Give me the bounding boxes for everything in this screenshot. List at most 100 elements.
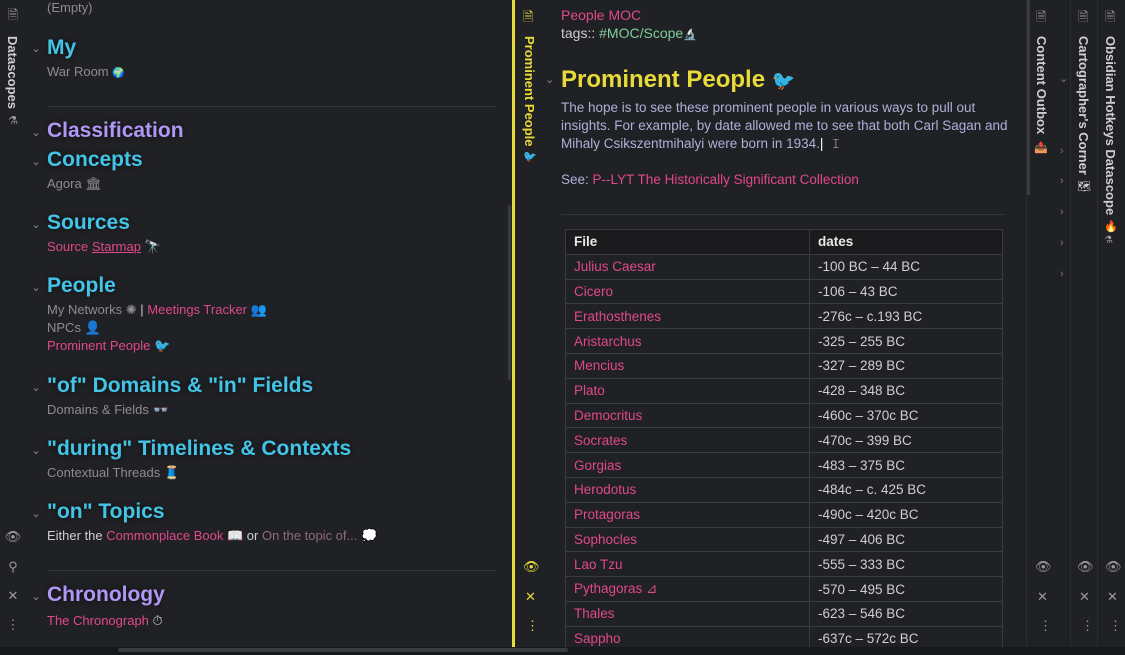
more-options-icon[interactable]: ⋮ bbox=[526, 618, 539, 634]
cartographers-corner-title[interactable]: Cartographer's Corner bbox=[1076, 36, 1091, 175]
file-link[interactable]: Plato bbox=[565, 377, 810, 404]
document-icon[interactable]: 🗎 bbox=[1036, 8, 1046, 30]
strip-title[interactable]: Datascopes bbox=[5, 36, 20, 109]
date-cell: -327 – 289 BC bbox=[809, 352, 1003, 379]
dataview-table: File dates Julius Caesar -100 BC – 44 BC C… bbox=[565, 229, 1003, 652]
people-moc-link[interactable]: People MOC bbox=[561, 7, 641, 23]
tag-link[interactable]: #MOC/Scope bbox=[599, 25, 683, 41]
more-options-icon[interactable]: ⋮ bbox=[1109, 618, 1122, 634]
file-link[interactable]: Socrates bbox=[565, 427, 810, 454]
document-icon[interactable]: 🗎 bbox=[1078, 8, 1088, 30]
more-options-icon[interactable]: ⋮ bbox=[0, 618, 26, 632]
chevron-down-icon[interactable]: ⌄ bbox=[30, 381, 42, 394]
more-options-icon[interactable]: ⋮ bbox=[1081, 618, 1094, 634]
close-icon[interactable]: ✕ bbox=[0, 589, 26, 603]
chevron-right-icon[interactable]: › bbox=[1060, 145, 1064, 157]
chevron-down-icon[interactable]: ⌄ bbox=[1059, 72, 1068, 85]
war-room-label: War Room bbox=[47, 64, 109, 79]
temple-icon: 🏛 bbox=[85, 176, 102, 191]
horizontal-scrollbar[interactable] bbox=[118, 648, 568, 652]
strip-title[interactable]: Prominent People bbox=[522, 36, 537, 147]
my-networks-link[interactable]: My Networks bbox=[47, 302, 122, 317]
chronograph-link[interactable]: The Chronograph ⏱ bbox=[47, 613, 163, 629]
chevron-down-icon[interactable]: ⌄ bbox=[30, 42, 42, 55]
eye-icon[interactable]: 👁 bbox=[0, 530, 26, 544]
chevron-right-icon[interactable]: › bbox=[1060, 175, 1064, 187]
historically-significant-link[interactable]: P--LYT The Historically Significant Coll… bbox=[593, 172, 859, 187]
chevron-down-icon[interactable]: ⌄ bbox=[30, 126, 42, 139]
file-link[interactable]: Cicero bbox=[565, 278, 810, 305]
file-link[interactable]: Herodotus bbox=[565, 476, 810, 503]
file-link[interactable]: Mencius bbox=[565, 352, 810, 379]
on-the-topic-link[interactable]: On the topic of... bbox=[262, 528, 357, 543]
hotkeys-datascope-pane: 🗎 Obsidian Hotkeys Datascope 🔥 ⚗ 👁 ✕ ⋮ bbox=[1097, 0, 1125, 647]
chevron-down-icon[interactable]: ⌄ bbox=[545, 73, 554, 86]
close-icon[interactable]: ✕ bbox=[525, 589, 536, 605]
chevron-down-icon[interactable]: ⌄ bbox=[30, 590, 42, 603]
pin-icon[interactable]: ⚲ bbox=[0, 560, 26, 574]
file-link[interactable]: Julius Caesar bbox=[565, 253, 810, 280]
file-link[interactable]: Erathosthenes bbox=[565, 303, 810, 330]
file-link[interactable]: Sophocles bbox=[565, 526, 810, 553]
meetings-tracker-link[interactable]: Meetings Tracker bbox=[147, 302, 247, 317]
chevron-right-icon[interactable]: › bbox=[1060, 237, 1064, 249]
chevron-down-icon[interactable]: ⌄ bbox=[30, 155, 42, 168]
glasses-icon: 👓 bbox=[152, 402, 169, 417]
file-link[interactable]: Protagoras bbox=[565, 501, 810, 528]
domains-fields-link[interactable]: Domains & Fields 👓 bbox=[47, 402, 169, 418]
column-header-file[interactable]: File bbox=[565, 229, 810, 255]
war-room-link[interactable]: War Room 🌍 bbox=[47, 64, 125, 79]
chevron-down-icon[interactable]: ⌄ bbox=[30, 444, 42, 457]
eye-icon[interactable]: 👁 bbox=[1105, 559, 1122, 575]
scrollbar[interactable] bbox=[508, 205, 511, 380]
file-link[interactable]: Pythagoras ⊿ bbox=[565, 576, 810, 602]
table-row: Protagoras -490c – 420c BC bbox=[565, 501, 1003, 528]
close-icon[interactable]: ✕ bbox=[1079, 589, 1090, 605]
table-row: Julius Caesar -100 BC – 44 BC bbox=[565, 253, 1003, 280]
agora-link[interactable]: Agora 🏛 bbox=[47, 176, 102, 192]
date-cell: -276c – c.193 BC bbox=[809, 303, 1003, 330]
close-icon[interactable]: ✕ bbox=[1107, 589, 1118, 605]
file-link[interactable]: Thales bbox=[565, 600, 810, 627]
eye-icon[interactable]: 👁 bbox=[1077, 559, 1094, 575]
column-header-dates[interactable]: dates bbox=[809, 229, 1003, 255]
more-options-icon[interactable]: ⋮ bbox=[1039, 618, 1052, 634]
separator: | bbox=[140, 302, 144, 317]
content-outbox-pane: 🗎 Content Outbox 📤 ⌄ › › › › › 👁 ✕ ⋮ bbox=[1026, 0, 1071, 647]
table-row: Plato -428 – 348 BC bbox=[565, 377, 1003, 404]
chevron-right-icon[interactable]: › bbox=[1060, 268, 1064, 280]
thread-icon: 🧵 bbox=[163, 465, 181, 480]
tags-row: tags:: #MOC/Scope🔬 bbox=[561, 25, 697, 41]
document-icon[interactable]: 🗎 bbox=[1105, 8, 1115, 30]
file-link[interactable]: Aristarchus bbox=[565, 328, 810, 354]
source-starmap-link[interactable]: Source Starmap 🔭 bbox=[47, 239, 161, 255]
file-link[interactable]: Gorgias bbox=[565, 452, 810, 478]
document-icon[interactable]: 🗎 bbox=[523, 8, 533, 30]
commonplace-book-link[interactable]: Commonplace Book bbox=[106, 528, 223, 543]
chevron-down-icon[interactable]: ⌄ bbox=[30, 218, 42, 231]
file-link[interactable]: Lao Tzu bbox=[565, 551, 810, 578]
date-cell: -555 – 333 BC bbox=[809, 551, 1003, 578]
paragraph-line: The hope is to see these prominent peopl… bbox=[561, 100, 976, 115]
content-outbox-title[interactable]: Content Outbox bbox=[1034, 36, 1049, 134]
file-link[interactable]: Democritus bbox=[565, 402, 810, 429]
eye-icon[interactable]: 👁 bbox=[1035, 559, 1052, 575]
chevron-down-icon[interactable]: ⌄ bbox=[30, 507, 42, 520]
center-side-strip: 🗎 Prominent People 🐦 👁 ✕ ⋮ bbox=[515, 0, 545, 647]
topics-prefix: Either the bbox=[47, 528, 103, 543]
chevron-right-icon[interactable]: › bbox=[1060, 206, 1064, 218]
table-body: Julius Caesar -100 BC – 44 BC Cicero -106 –… bbox=[565, 253, 1003, 652]
contextual-threads-link[interactable]: Contextual Threads 🧵 bbox=[47, 465, 180, 481]
scrollbar[interactable] bbox=[1027, 0, 1030, 195]
fire-icon: 🔥 bbox=[1104, 221, 1118, 233]
hotkeys-datascope-title[interactable]: Obsidian Hotkeys Datascope bbox=[1103, 36, 1118, 215]
eye-icon[interactable]: 👁 bbox=[523, 559, 540, 575]
prominent-people-link[interactable]: Prominent People 🐦 bbox=[47, 338, 170, 354]
telescope-icon: 🔭 bbox=[144, 239, 161, 254]
chevron-down-icon[interactable]: ⌄ bbox=[30, 281, 42, 294]
document-icon[interactable]: 🗎 bbox=[0, 8, 26, 22]
close-icon[interactable]: ✕ bbox=[1037, 589, 1048, 605]
npcs-link[interactable]: NPCs 👤 bbox=[47, 320, 101, 336]
left-pane: 🗎 Datascopes ⚗ 👁 ⚲ ✕ ⋮ (Empty) ⌄ My War … bbox=[0, 0, 512, 647]
left-side-strip: 🗎 Datascopes ⚗ 👁 ⚲ ✕ ⋮ bbox=[0, 0, 26, 647]
